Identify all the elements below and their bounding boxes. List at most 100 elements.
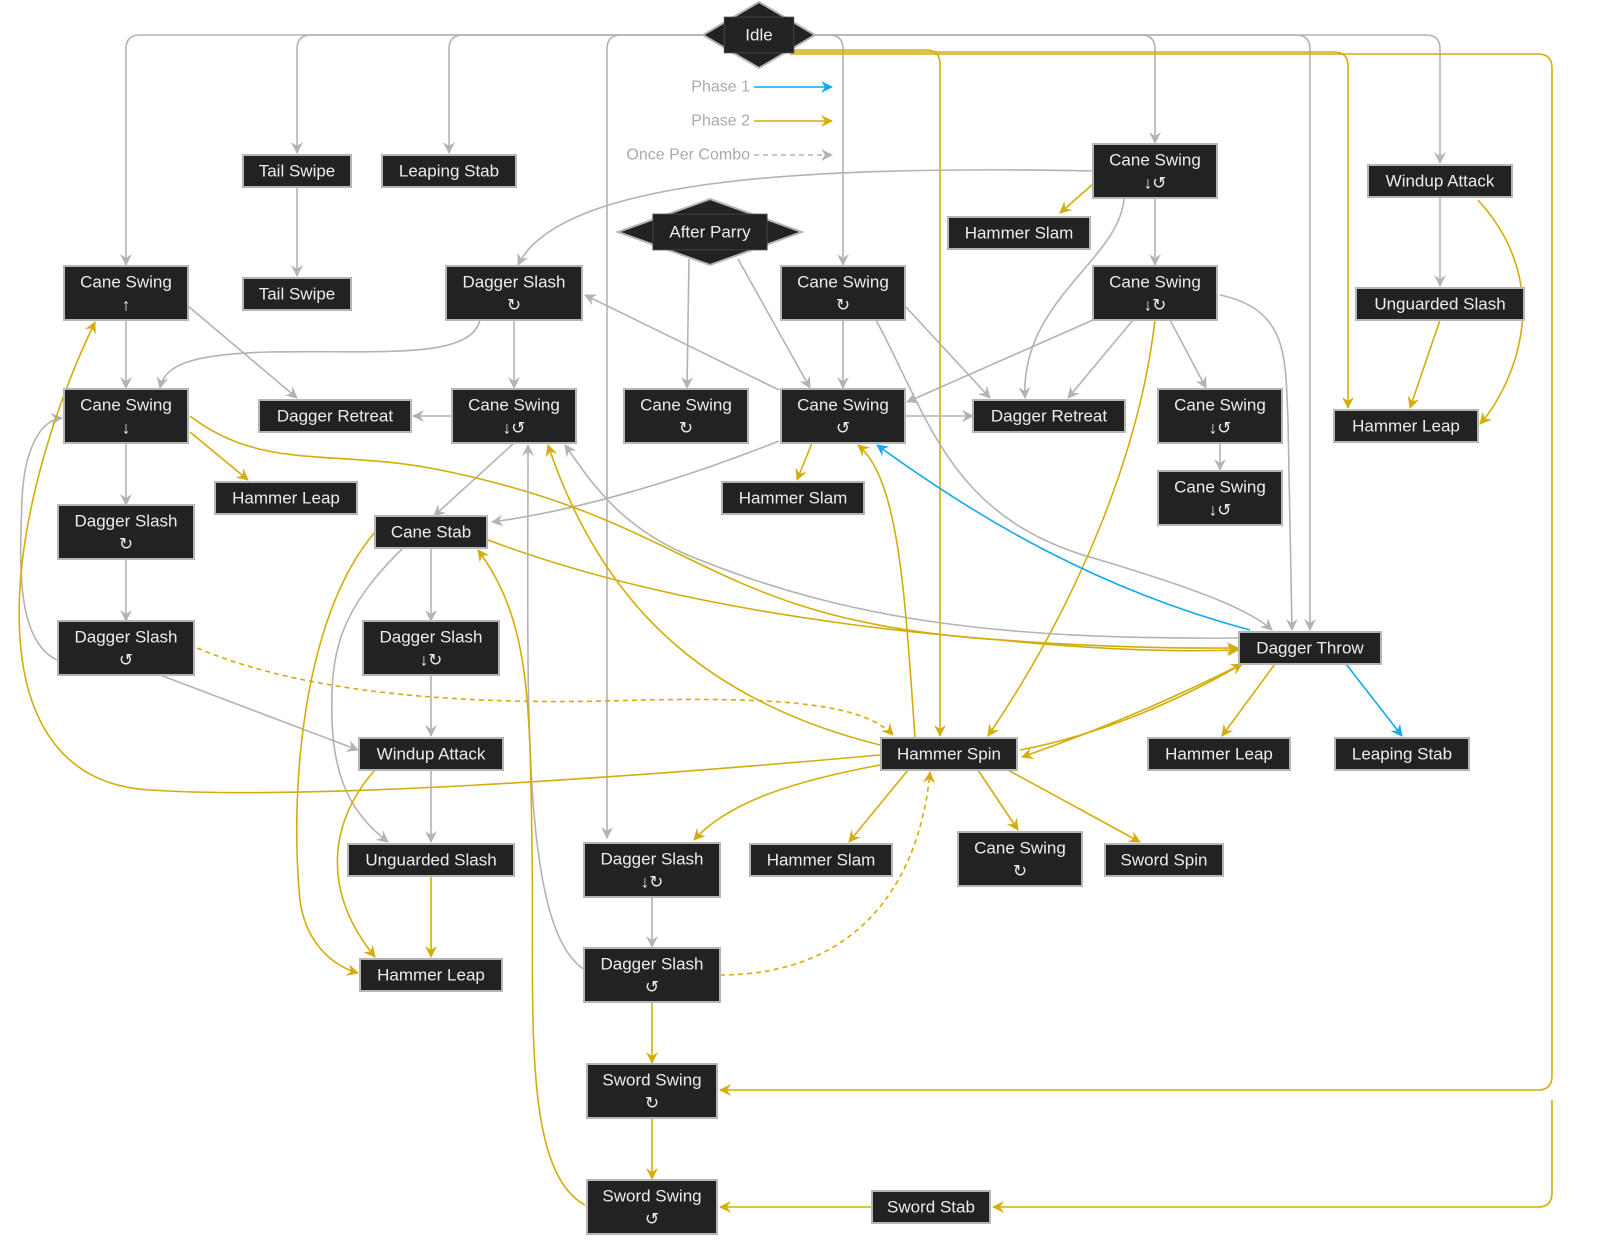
node-direction-glyph: ↓↻ [1144,296,1167,315]
edge-n29-to-n16 [857,444,916,738]
node-direction-glyph: ↻ [119,535,133,554]
node-label: Cane Swing [1109,273,1201,292]
edge-idle-to-n9 [813,34,849,266]
node-direction-glyph: ↓↺ [1144,174,1167,193]
edge-n12-to-n20 [189,431,249,481]
node-n8[interactable]: Dagger Slash ↻ [445,265,583,321]
node-idle[interactable]: Idle [701,0,817,70]
legend-label-dashed: Once Per Combo [626,147,750,164]
node-label: Sword Spin [1121,851,1208,870]
node-label: Dagger Slash [379,628,482,647]
node-n12[interactable]: Cane Swing ↓ [63,388,189,444]
node-direction-glyph: ↓↺ [1209,419,1232,438]
node-direction-glyph: ↻ [836,296,850,315]
node-n29[interactable]: Hammer Spin [880,737,1018,771]
node-direction-glyph: ↻ [507,296,521,315]
node-n14[interactable]: Cane Swing ↓↺ [451,388,577,444]
node-n23[interactable]: Dagger Slash ↻ [57,504,195,560]
node-n40[interactable]: Sword Swing ↺ [586,1179,718,1235]
node-n30[interactable]: Hammer Leap [1147,737,1291,771]
node-direction-glyph: ↺ [645,978,659,997]
node-n15[interactable]: Cane Swing ↻ [623,388,749,444]
node-label: Dagger Throw [1256,639,1364,658]
node-label: Hammer Leap [1352,417,1460,436]
edge-idle-to-n41 [992,1100,1553,1213]
node-direction-glyph: ↺ [836,419,850,438]
node-label: Unguarded Slash [1374,295,1505,314]
node-n21[interactable]: Hammer Slam [721,481,865,515]
node-n13[interactable]: Dagger Retreat [258,399,412,433]
edge-n25-to-n28 [159,674,359,752]
edge-n29-to-n34 [848,769,909,843]
node-n28[interactable]: Windup Attack [358,737,504,771]
node-n26[interactable]: Dagger Slash ↓↻ [362,620,500,676]
node-n9[interactable]: Cane Swing ↻ [780,265,906,321]
node-n25[interactable]: Dagger Slash ↺ [57,620,195,676]
node-direction-glyph: ↓ [122,419,131,438]
node-n18[interactable]: Cane Swing ↓↺ [1157,388,1283,444]
node-n3[interactable]: Cane Swing ↓↺ [1092,143,1218,199]
node-n10[interactable]: Cane Swing ↓↻ [1092,265,1218,321]
node-n1[interactable]: Tail Swipe [242,154,352,188]
node-n7[interactable]: Tail Swipe [242,277,352,311]
node-label: Cane Swing [797,273,889,292]
node-label: Hammer Slam [767,851,876,870]
edge-idle-to-n6 [120,34,705,266]
node-n19[interactable]: Hammer Leap [1333,409,1479,443]
node-n39[interactable]: Sword Swing ↻ [586,1063,718,1119]
edge-n10-to-n27 [1219,294,1298,631]
node-n37[interactable]: Hammer Leap [359,958,503,992]
node-label: Dagger Retreat [277,407,394,426]
node-label: Tail Swipe [259,162,336,181]
node-label: Dagger Slash [462,273,565,292]
node-n22[interactable]: Cane Swing ↓↺ [1157,470,1283,526]
edge-idle-to-n2 [443,34,705,154]
edge-n27-to-n31 [1345,663,1403,737]
node-n17[interactable]: Dagger Retreat [972,399,1126,433]
node-label: Hammer Leap [232,489,340,508]
node-n6[interactable]: Cane Swing ↑ [63,265,189,321]
node-direction-glyph: ↓↺ [503,419,526,438]
node-direction-glyph: ↓↻ [420,651,443,670]
node-label: Cane Stab [391,523,471,542]
node-n5[interactable]: Hammer Slam [947,216,1091,250]
node-label: Hammer Leap [1165,745,1273,764]
node-n41[interactable]: Sword Stab [871,1190,991,1224]
node-n31[interactable]: Leaping Stab [1334,737,1470,771]
nodes-layer: Idle After Parry Tail Swipe Leaping Stab Can… [57,0,1525,1235]
node-label: Dagger Slash [74,628,177,647]
node-n11[interactable]: Unguarded Slash [1355,287,1525,321]
node-n27[interactable]: Dagger Throw [1238,631,1382,665]
node-label: Hammer Spin [897,745,1001,764]
node-n36[interactable]: Sword Spin [1104,843,1224,877]
node-label: Windup Attack [377,745,486,764]
node-direction-glyph: ↑ [122,296,131,315]
node-direction-glyph: ↺ [645,1210,659,1229]
node-label: Cane Swing [974,839,1066,858]
edge-n10-to-n17 [1067,319,1134,399]
node-label: Hammer Slam [965,224,1074,243]
legend-label-phase1: Phase 1 [691,79,750,96]
edge-n25-to-n29 [196,647,894,736]
node-n32[interactable]: Unguarded Slash [347,843,515,877]
node-n20[interactable]: Hammer Leap [214,481,358,515]
edge-idle-to-n27 [813,34,1316,631]
node-label: Sword Swing [602,1071,701,1090]
node-direction-glyph: ↓↻ [641,873,664,892]
node-n16[interactable]: Cane Swing ↺ [780,388,906,444]
edge-n38-to-n14 [521,444,586,971]
node-n33[interactable]: Dagger Slash ↓↻ [583,842,721,898]
node-n34[interactable]: Hammer Slam [749,843,893,877]
node-n38[interactable]: Dagger Slash ↺ [583,947,721,1003]
node-n35[interactable]: Cane Swing ↻ [957,831,1083,887]
node-label: Sword Stab [887,1198,975,1217]
node-label: Cane Swing [1109,151,1201,170]
edge-n10-to-n16 [906,319,1094,404]
edge-n29-to-n33 [693,764,881,841]
edge-after_parry-to-n15 [681,258,694,389]
node-n4[interactable]: Windup Attack [1367,164,1513,198]
edge-idle-to-n1 [291,34,705,154]
node-after_parry[interactable]: After Parry [615,197,805,267]
node-n2[interactable]: Leaping Stab [381,154,517,188]
node-n24[interactable]: Cane Stab [374,515,488,549]
